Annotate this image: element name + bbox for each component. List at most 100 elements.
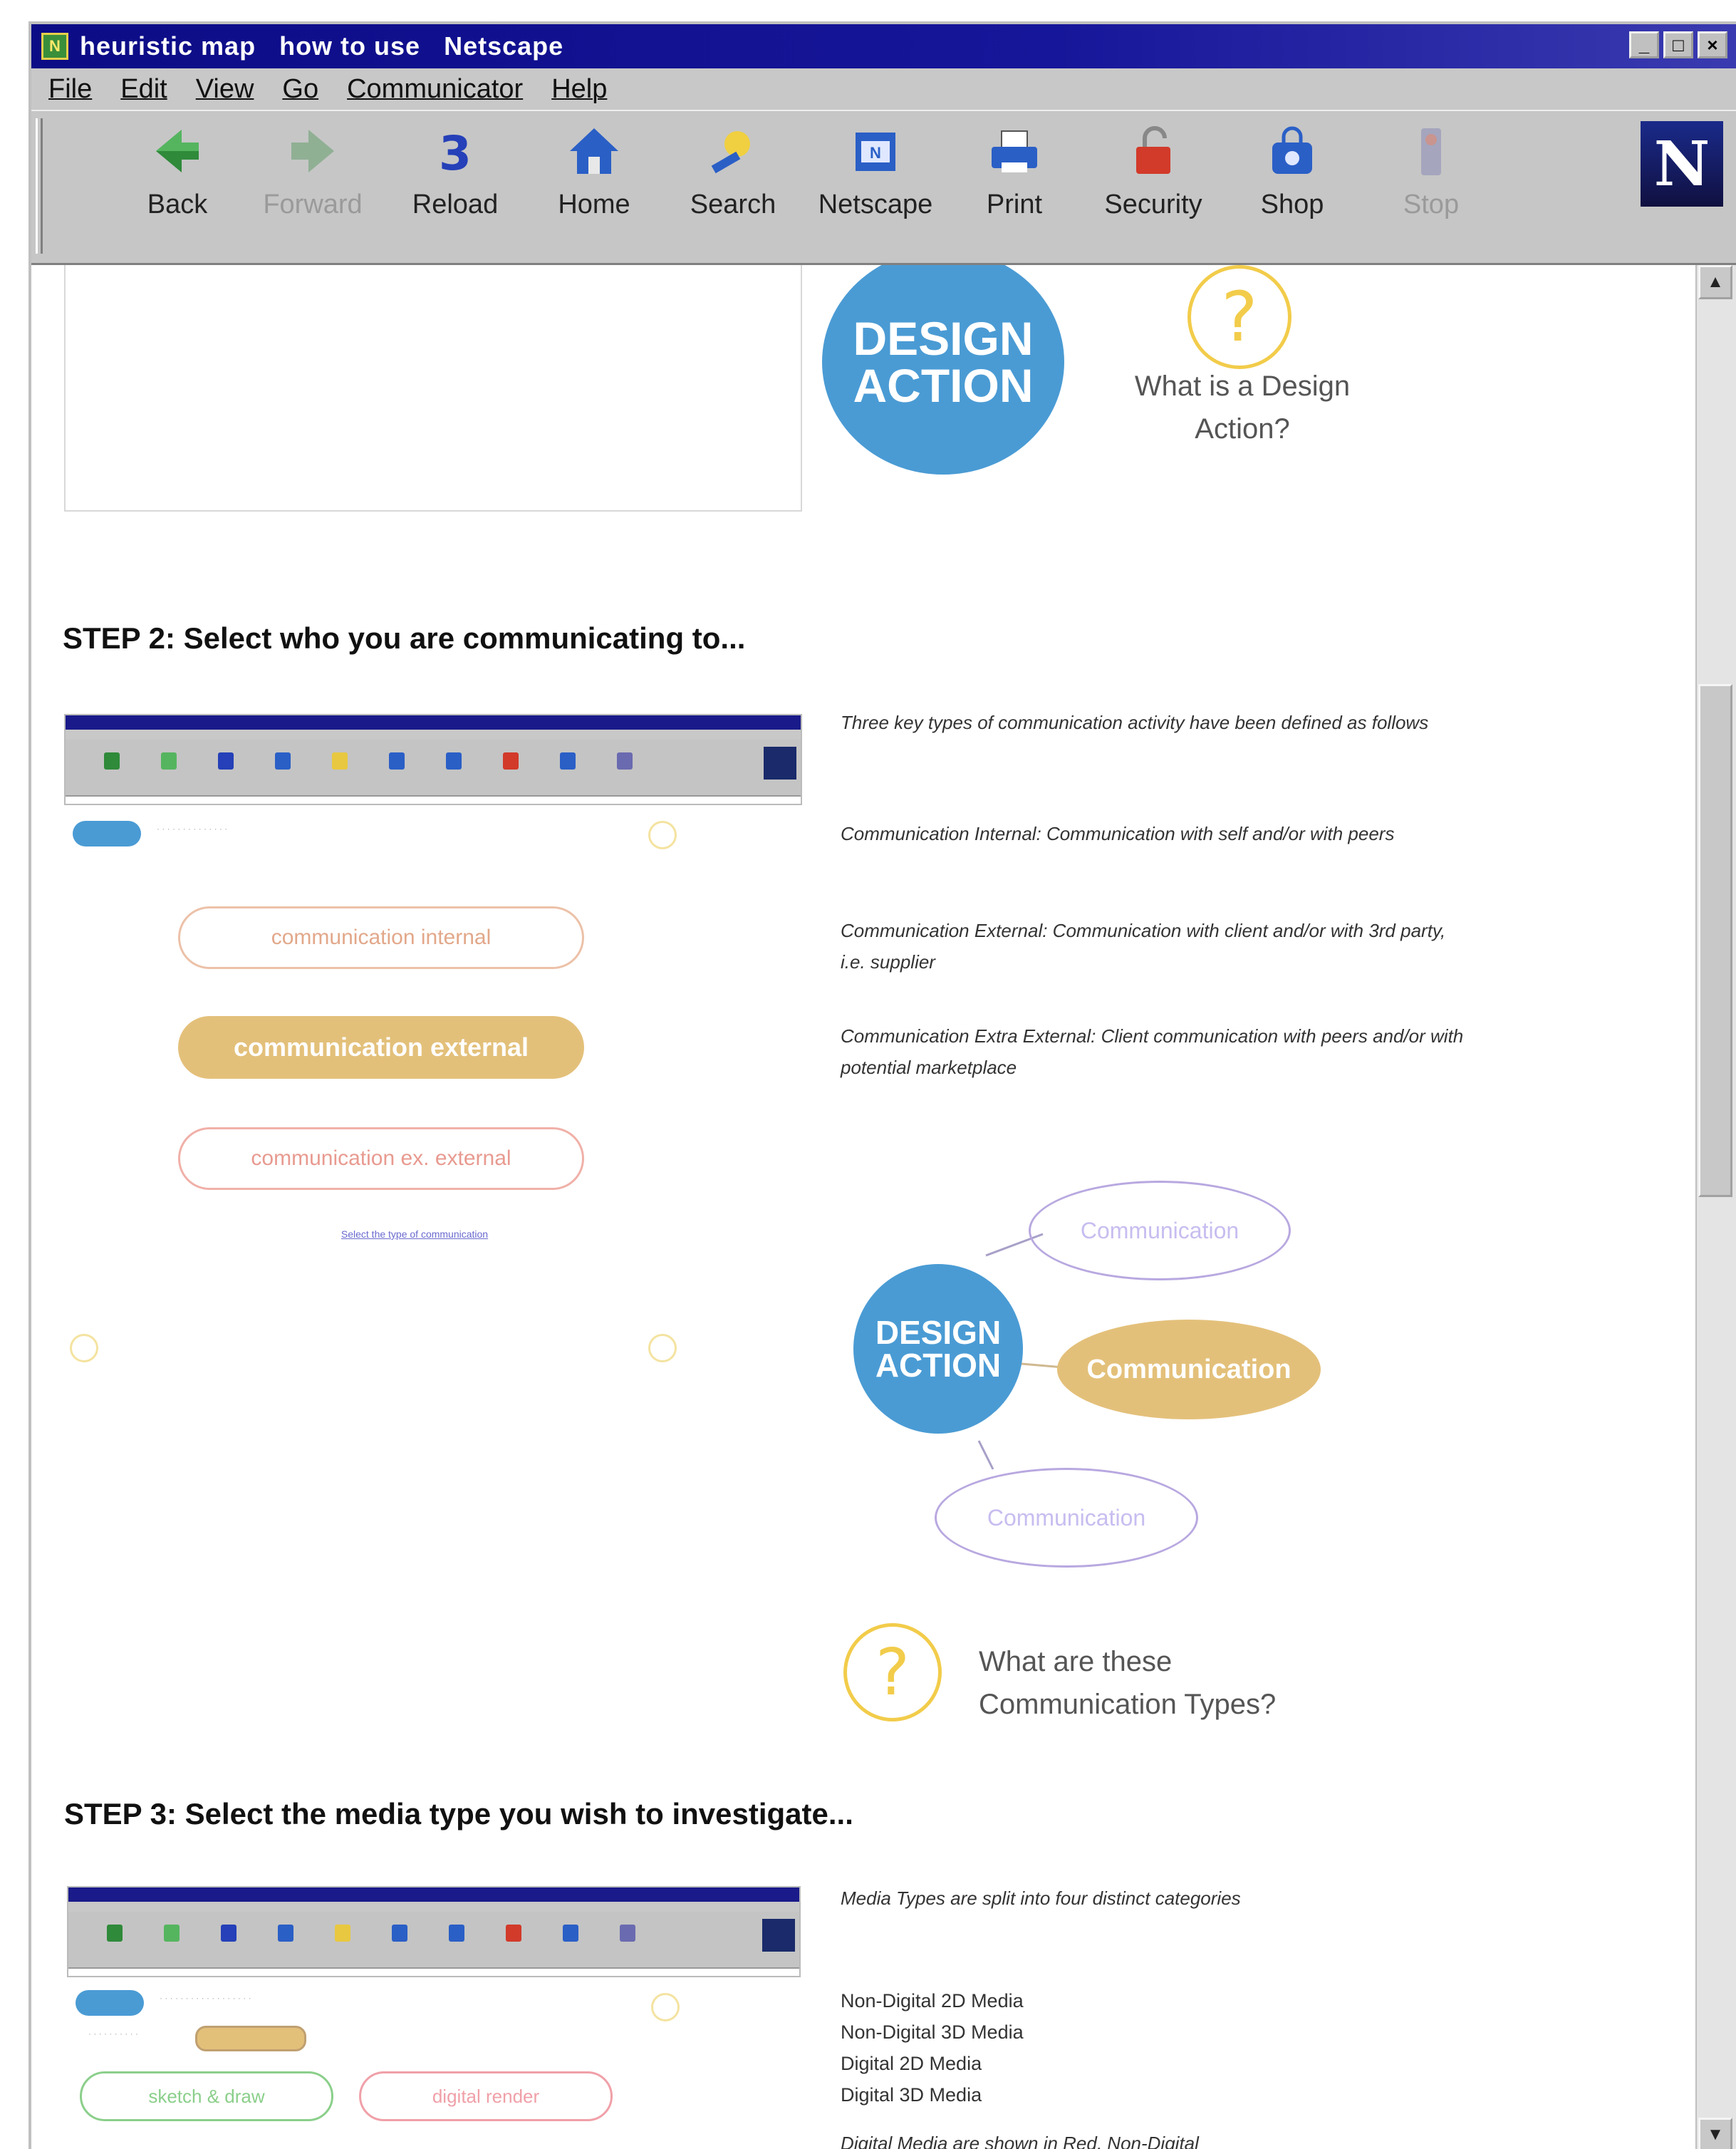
mini-back-icon	[104, 752, 120, 770]
question-mark-icon[interactable]: ?	[1187, 265, 1291, 369]
vertical-scrollbar[interactable]: ▲ ▼	[1695, 265, 1736, 2149]
mini-options-text: · · · · · · · · · ·	[88, 2029, 138, 2039]
step2-heading: STEP 2: Select who you are communicating…	[63, 621, 746, 655]
mini-home-icon	[275, 752, 291, 770]
scrollbar-thumb[interactable]	[1698, 684, 1732, 1197]
mini-browser-chrome-step3	[67, 1886, 801, 1977]
mini-home-icon	[278, 1925, 293, 1942]
communication-extra-external-option[interactable]: communication ex. external	[178, 1127, 584, 1190]
close-button[interactable]: ×	[1698, 31, 1727, 58]
back-button[interactable]: Back	[117, 123, 238, 220]
mini-browser-chrome	[64, 714, 802, 805]
mini-security-icon	[503, 752, 519, 770]
reload-icon: 3	[427, 123, 484, 181]
communication-external-option[interactable]: communication external	[178, 1016, 584, 1079]
security-icon	[1125, 123, 1182, 180]
step3-heading: STEP 3: Select the media type you wish t…	[64, 1797, 853, 1830]
menu-edit[interactable]: Edit	[120, 74, 167, 105]
netscape-icon: N	[847, 123, 904, 180]
forward-arrow-icon	[284, 123, 341, 180]
mini-netscape-logo	[764, 747, 796, 780]
menu-go[interactable]: Go	[282, 74, 318, 105]
sketch-draw-option[interactable]: sketch & draw	[80, 2071, 333, 2121]
mini-security-icon	[506, 1925, 521, 1942]
design-action-circle[interactable]: DESIGN ACTION	[822, 265, 1064, 475]
netscape-button[interactable]: N Netscape	[815, 123, 936, 220]
communication-internal-option[interactable]: communication internal	[178, 906, 584, 969]
mini-netscape-icon	[389, 752, 405, 770]
mini-toolbar	[66, 740, 801, 797]
communication-intro: Three key types of communication activit…	[841, 712, 1429, 733]
mini-back-icon	[107, 1925, 123, 1942]
scroll-down-arrow-icon[interactable]: ▼	[1698, 2118, 1732, 2149]
mini-question-icon	[651, 1993, 680, 2021]
window-title: heuristic map how to use Netscape	[80, 31, 564, 61]
netscape-app-icon[interactable]: N	[41, 33, 68, 60]
menu-help[interactable]: Help	[551, 74, 607, 105]
select-communication-link[interactable]: Select the type of communication	[258, 1228, 571, 1240]
maximize-button[interactable]: □	[1663, 31, 1693, 58]
stop-icon	[1403, 123, 1460, 180]
definition-external: Communication External: Communication wi…	[841, 920, 1446, 973]
step1-screenshot	[64, 265, 802, 512]
menu-bar: File Edit View Go Communicator Help	[31, 68, 1736, 110]
title-bar: N heuristic map how to use Netscape _ □ …	[31, 24, 1736, 68]
media-type-digital-3d: Digital 3D Media	[841, 2084, 982, 2106]
mini-design-action-pill	[73, 821, 141, 846]
mini-breadcrumb-text: · · · · · · · · · · · · · ·	[157, 824, 228, 834]
home-button[interactable]: Home	[534, 123, 655, 220]
mini-title-bar	[66, 715, 801, 730]
mini-corner-icon-left	[70, 1334, 98, 1362]
design-action-question[interactable]: What is a Design Action?	[1121, 365, 1363, 450]
media-color-note: Digital Media are shown in Red, Non-Digi…	[841, 2133, 1199, 2149]
mini-netscape-icon	[392, 1925, 407, 1942]
mini-breadcrumb-text: · · · · · · · · · · · · · · · · · ·	[160, 1993, 251, 2003]
media-type-nondigital-2d: Non-Digital 2D Media	[841, 1990, 1024, 2011]
mini-search-icon	[335, 1925, 350, 1942]
mini-print-icon	[446, 752, 462, 770]
print-button[interactable]: Print	[954, 123, 1075, 220]
mini-reload-icon	[218, 752, 234, 770]
step2-screenshot: · · · · · · · · · · · · · · communicatio…	[64, 714, 802, 1623]
search-button[interactable]: Search	[672, 123, 794, 220]
media-type-digital-2d: Digital 2D Media	[841, 2053, 982, 2074]
menu-file[interactable]: File	[48, 74, 92, 105]
communication-node-extra-external[interactable]: Communication	[935, 1468, 1198, 1568]
step3-screenshot: · · · · · · · · · · · · · · · · · · · · …	[67, 1886, 801, 2149]
mini-stop-icon	[620, 1925, 635, 1942]
reload-button[interactable]: 3 Reload	[395, 123, 516, 220]
shop-button[interactable]: Shop	[1232, 123, 1353, 220]
netscape-logo[interactable]: N	[1641, 121, 1723, 207]
page-content: DESIGN ACTION ? What is a Design Action?…	[31, 265, 1698, 2149]
menu-view[interactable]: View	[196, 74, 254, 105]
window-controls: _ □ ×	[1629, 31, 1727, 58]
toolbar-grip[interactable]	[36, 118, 43, 254]
forward-button[interactable]: Forward	[252, 123, 373, 220]
communication-node-internal[interactable]: Communication	[1029, 1181, 1291, 1280]
communication-types-question-icon[interactable]: ?	[843, 1623, 942, 1721]
communication-node-external[interactable]: Communication	[1057, 1320, 1321, 1419]
menu-communicator[interactable]: Communicator	[347, 74, 523, 105]
browser-window: N heuristic map how to use Netscape _ □ …	[28, 21, 1736, 2149]
stop-button[interactable]: Stop	[1371, 123, 1492, 220]
mini-menu-bar	[68, 1902, 799, 1912]
digital-render-option[interactable]: digital render	[359, 2071, 613, 2121]
shop-icon	[1264, 123, 1321, 180]
navigation-toolbar: Back Forward 3 Reload Home Search N Nets…	[31, 110, 1736, 265]
svg-text:3: 3	[439, 126, 472, 180]
definition-internal: Communication Internal: Communication wi…	[841, 823, 1395, 844]
minimize-button[interactable]: _	[1629, 31, 1659, 58]
design-action-hub[interactable]: DESIGN ACTION	[853, 1264, 1023, 1434]
mini-search-icon	[332, 752, 348, 770]
back-arrow-icon	[149, 123, 206, 180]
media-types-intro: Media Types are split into four distinct…	[841, 1888, 1241, 1909]
media-type-nondigital-3d: Non-Digital 3D Media	[841, 2021, 1024, 2043]
search-icon	[705, 123, 762, 180]
mini-forward-icon	[161, 752, 177, 770]
definition-extra-external: Communication Extra External: Client com…	[841, 1025, 1464, 1079]
scroll-up-arrow-icon[interactable]: ▲	[1698, 265, 1732, 299]
security-button[interactable]: Security	[1093, 123, 1214, 220]
mini-corner-icon-right	[648, 1334, 677, 1362]
communication-types-question[interactable]: What are these Communication Types?	[979, 1640, 1406, 1726]
mini-design-action-pill	[76, 1990, 144, 2016]
